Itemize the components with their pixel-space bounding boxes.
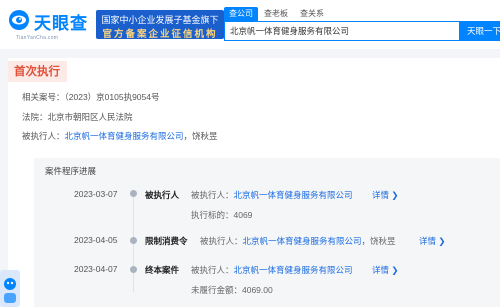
court-value: 北京市朝阳区人民法院 [47,112,133,122]
timeline-dot [130,237,137,244]
event-date: 2023-04-07 [74,264,118,274]
event-person: ，饶秋昱 [361,236,396,246]
logo-text: 天眼查 [34,14,88,33]
tab-search-company[interactable]: 查公司 [224,7,258,21]
case-number-row: 相关案号：（2023）京0105执9054号 [22,91,160,103]
search-box [224,21,460,41]
event-detail: 被执行人：北京帆一体育健身服务有限公司 [191,189,353,201]
search-input[interactable] [225,22,459,40]
court-label: 法院： [22,112,48,122]
tab-search-relation[interactable]: 查关系 [294,7,330,21]
executed-person: ，饶秋昱 [183,131,218,141]
event-type: 被执行人 [145,190,180,200]
event-company-link[interactable]: 北京帆一体育健身服务有限公司 [234,190,353,200]
event-detail: 被执行人：北京帆一体育健身服务有限公司 [191,264,353,276]
case-number-value: （2023）京0105执9054号 [64,92,160,102]
logo-eye-icon [9,10,29,30]
event-extra: 执行标的：4069 [191,210,253,220]
event-company-link[interactable]: 北京帆一体育健身服务有限公司 [234,265,353,275]
banner-line-1: 国家中小企业发展子基金旗下 [101,15,219,25]
event-company-link[interactable]: 北京帆一体育健身服务有限公司 [243,236,362,246]
event-detail-label: 被执行人： [200,236,243,246]
timeline-dot [130,190,137,197]
credit-agency-banner: 国家中小企业发展子基金旗下 官方备案企业征信机构 [96,10,224,40]
timeline-dot [130,266,137,273]
tianyancha-logo[interactable]: 天眼查 TianYanCha.com [8,8,92,41]
case-number-label: 相关案号： [22,92,65,102]
event-detail-label: 被执行人： [191,265,234,275]
executed-company-link[interactable]: 北京帆一体育健身服务有限公司 [65,131,184,141]
executed-party-label: 被执行人： [22,131,65,141]
banner-line-2: 官方备案企业征信机构 [102,29,218,40]
executed-party-row: 被执行人：北京帆一体育健身服务有限公司，饶秋昱 [22,130,218,142]
event-details-link[interactable]: 详情 ❯ [419,235,445,247]
search-button[interactable]: 天眼一下 [460,21,500,41]
record-title: 首次执行 [14,66,60,78]
event-detail: 被执行人：北京帆一体育健身服务有限公司，饶秋昱 [200,235,396,247]
event-details-link[interactable]: 详情 ❯ [372,189,398,201]
event-date: 2023-03-07 [74,189,118,199]
logo-url: TianYanCha.com [16,35,59,41]
tab-search-boss[interactable]: 查老板 [258,7,294,21]
record-title-tag: 首次执行 [8,61,67,82]
event-type: 限制消费令 [145,236,188,246]
event-date: 2023-04-05 [74,235,118,245]
event-detail-label: 被执行人： [191,190,234,200]
event-type: 终本案件 [145,265,180,275]
court-row: 法院：北京市朝阳区人民法院 [22,111,133,123]
event-details-link[interactable]: 详情 ❯ [372,264,398,276]
case-progress-title: 案件程序进展 [45,166,97,176]
event-extra: 未履行金额：4069.00 [191,285,273,295]
assistant-avatar-icon[interactable] [0,270,20,307]
header: 天眼查 TianYanCha.com 国家中小企业发展子基金旗下 官方备案企业征… [0,0,500,49]
